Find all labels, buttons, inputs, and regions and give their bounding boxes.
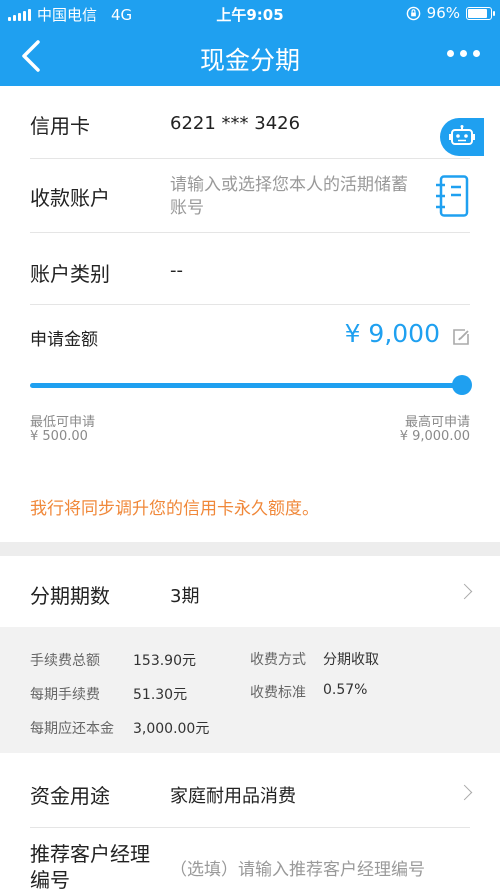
referral-manager-label: 推荐客户经理 编号 [30, 841, 150, 893]
receiving-account-placeholder-line2: 账号 [170, 198, 204, 218]
installment-term-value: 3期 [170, 586, 200, 607]
rotation-lock-icon [406, 6, 420, 20]
nav-bar: 现金分期 [0, 28, 500, 86]
receiving-account-label: 收款账户 [30, 186, 110, 210]
credit-card-row[interactable]: 信用卡 6221 *** 3426 [30, 86, 470, 159]
fee-rate-label: 收费标准 [250, 685, 306, 701]
receiving-account-row[interactable]: 收款账户 请输入或选择您本人的活期储蓄 账号 [30, 158, 470, 233]
robot-assistant-icon[interactable] [440, 118, 484, 156]
fee-details-panel: 手续费总额 153.90元 收费方式 分期收取 每期手续费 51.30元 收费标… [0, 627, 500, 753]
edit-amount-icon[interactable] [452, 328, 470, 346]
account-type-value: -- [170, 260, 183, 281]
amount-slider-handle[interactable] [452, 375, 472, 395]
credit-card-value: 6221 *** 3426 [170, 113, 301, 134]
more-menu-icon[interactable] [447, 50, 480, 57]
address-book-icon[interactable] [436, 175, 470, 217]
account-type-label: 账户类别 [30, 262, 110, 286]
max-amount-label: 最高可申请 [404, 415, 470, 430]
installment-term-label: 分期期数 [30, 584, 110, 608]
page-title: 现金分期 [199, 46, 300, 75]
fee-method-label: 收费方式 [250, 652, 306, 668]
fund-purpose-label: 资金用途 [30, 784, 110, 808]
amount-value: ¥ 9,000 [344, 319, 440, 348]
limit-notice: 我行将同步调升您的信用卡永久额度。 [30, 499, 319, 519]
chevron-right-icon [456, 784, 473, 801]
referral-manager-label-line1: 推荐客户经理 [30, 842, 150, 866]
per-period-principal-label: 每期应还本金 [30, 721, 114, 737]
battery-percent: 96% [426, 4, 460, 22]
account-type-row: 账户类别 -- [30, 232, 470, 305]
receiving-account-placeholder-line1: 请输入或选择您本人的活期储蓄 [170, 175, 408, 195]
fund-purpose-row[interactable]: 资金用途 家庭耐用品消费 [30, 753, 473, 828]
chevron-right-icon [456, 583, 473, 600]
amount-slider-track[interactable] [30, 383, 462, 388]
status-right: 96% [406, 4, 495, 22]
min-amount-label: 最低可申请 [30, 415, 96, 430]
fund-purpose-value: 家庭耐用品消费 [170, 786, 296, 807]
referral-manager-input[interactable]: （选填）请输入推荐客户经理编号 [170, 855, 425, 880]
status-bar: 中国电信 4G 上午9:05 96% [0, 0, 500, 28]
installment-term-row[interactable]: 分期期数 3期 [30, 556, 473, 627]
battery-icon [466, 6, 495, 20]
fee-rate-value: 0.57% [323, 682, 368, 698]
referral-manager-label-line2: 编号 [30, 868, 70, 892]
section-divider [0, 542, 500, 556]
per-period-fee-value: 51.30元 [133, 687, 188, 703]
per-period-fee-label: 每期手续费 [30, 687, 100, 703]
per-period-principal-value: 3,000.00元 [133, 721, 210, 737]
total-fee-value: 153.90元 [133, 653, 196, 669]
credit-card-label: 信用卡 [30, 114, 90, 138]
receiving-account-input[interactable]: 请输入或选择您本人的活期储蓄 账号 [170, 174, 430, 220]
max-amount-value: ¥ 9,000.00 [399, 429, 470, 444]
amount-label: 申请金额 [30, 330, 98, 350]
fee-method-value: 分期收取 [323, 652, 379, 668]
referral-manager-row[interactable]: 推荐客户经理 编号 （选填）请输入推荐客户经理编号 [30, 827, 470, 892]
total-fee-label: 手续费总额 [30, 653, 100, 669]
min-amount-value: ¥ 500.00 [30, 429, 88, 444]
